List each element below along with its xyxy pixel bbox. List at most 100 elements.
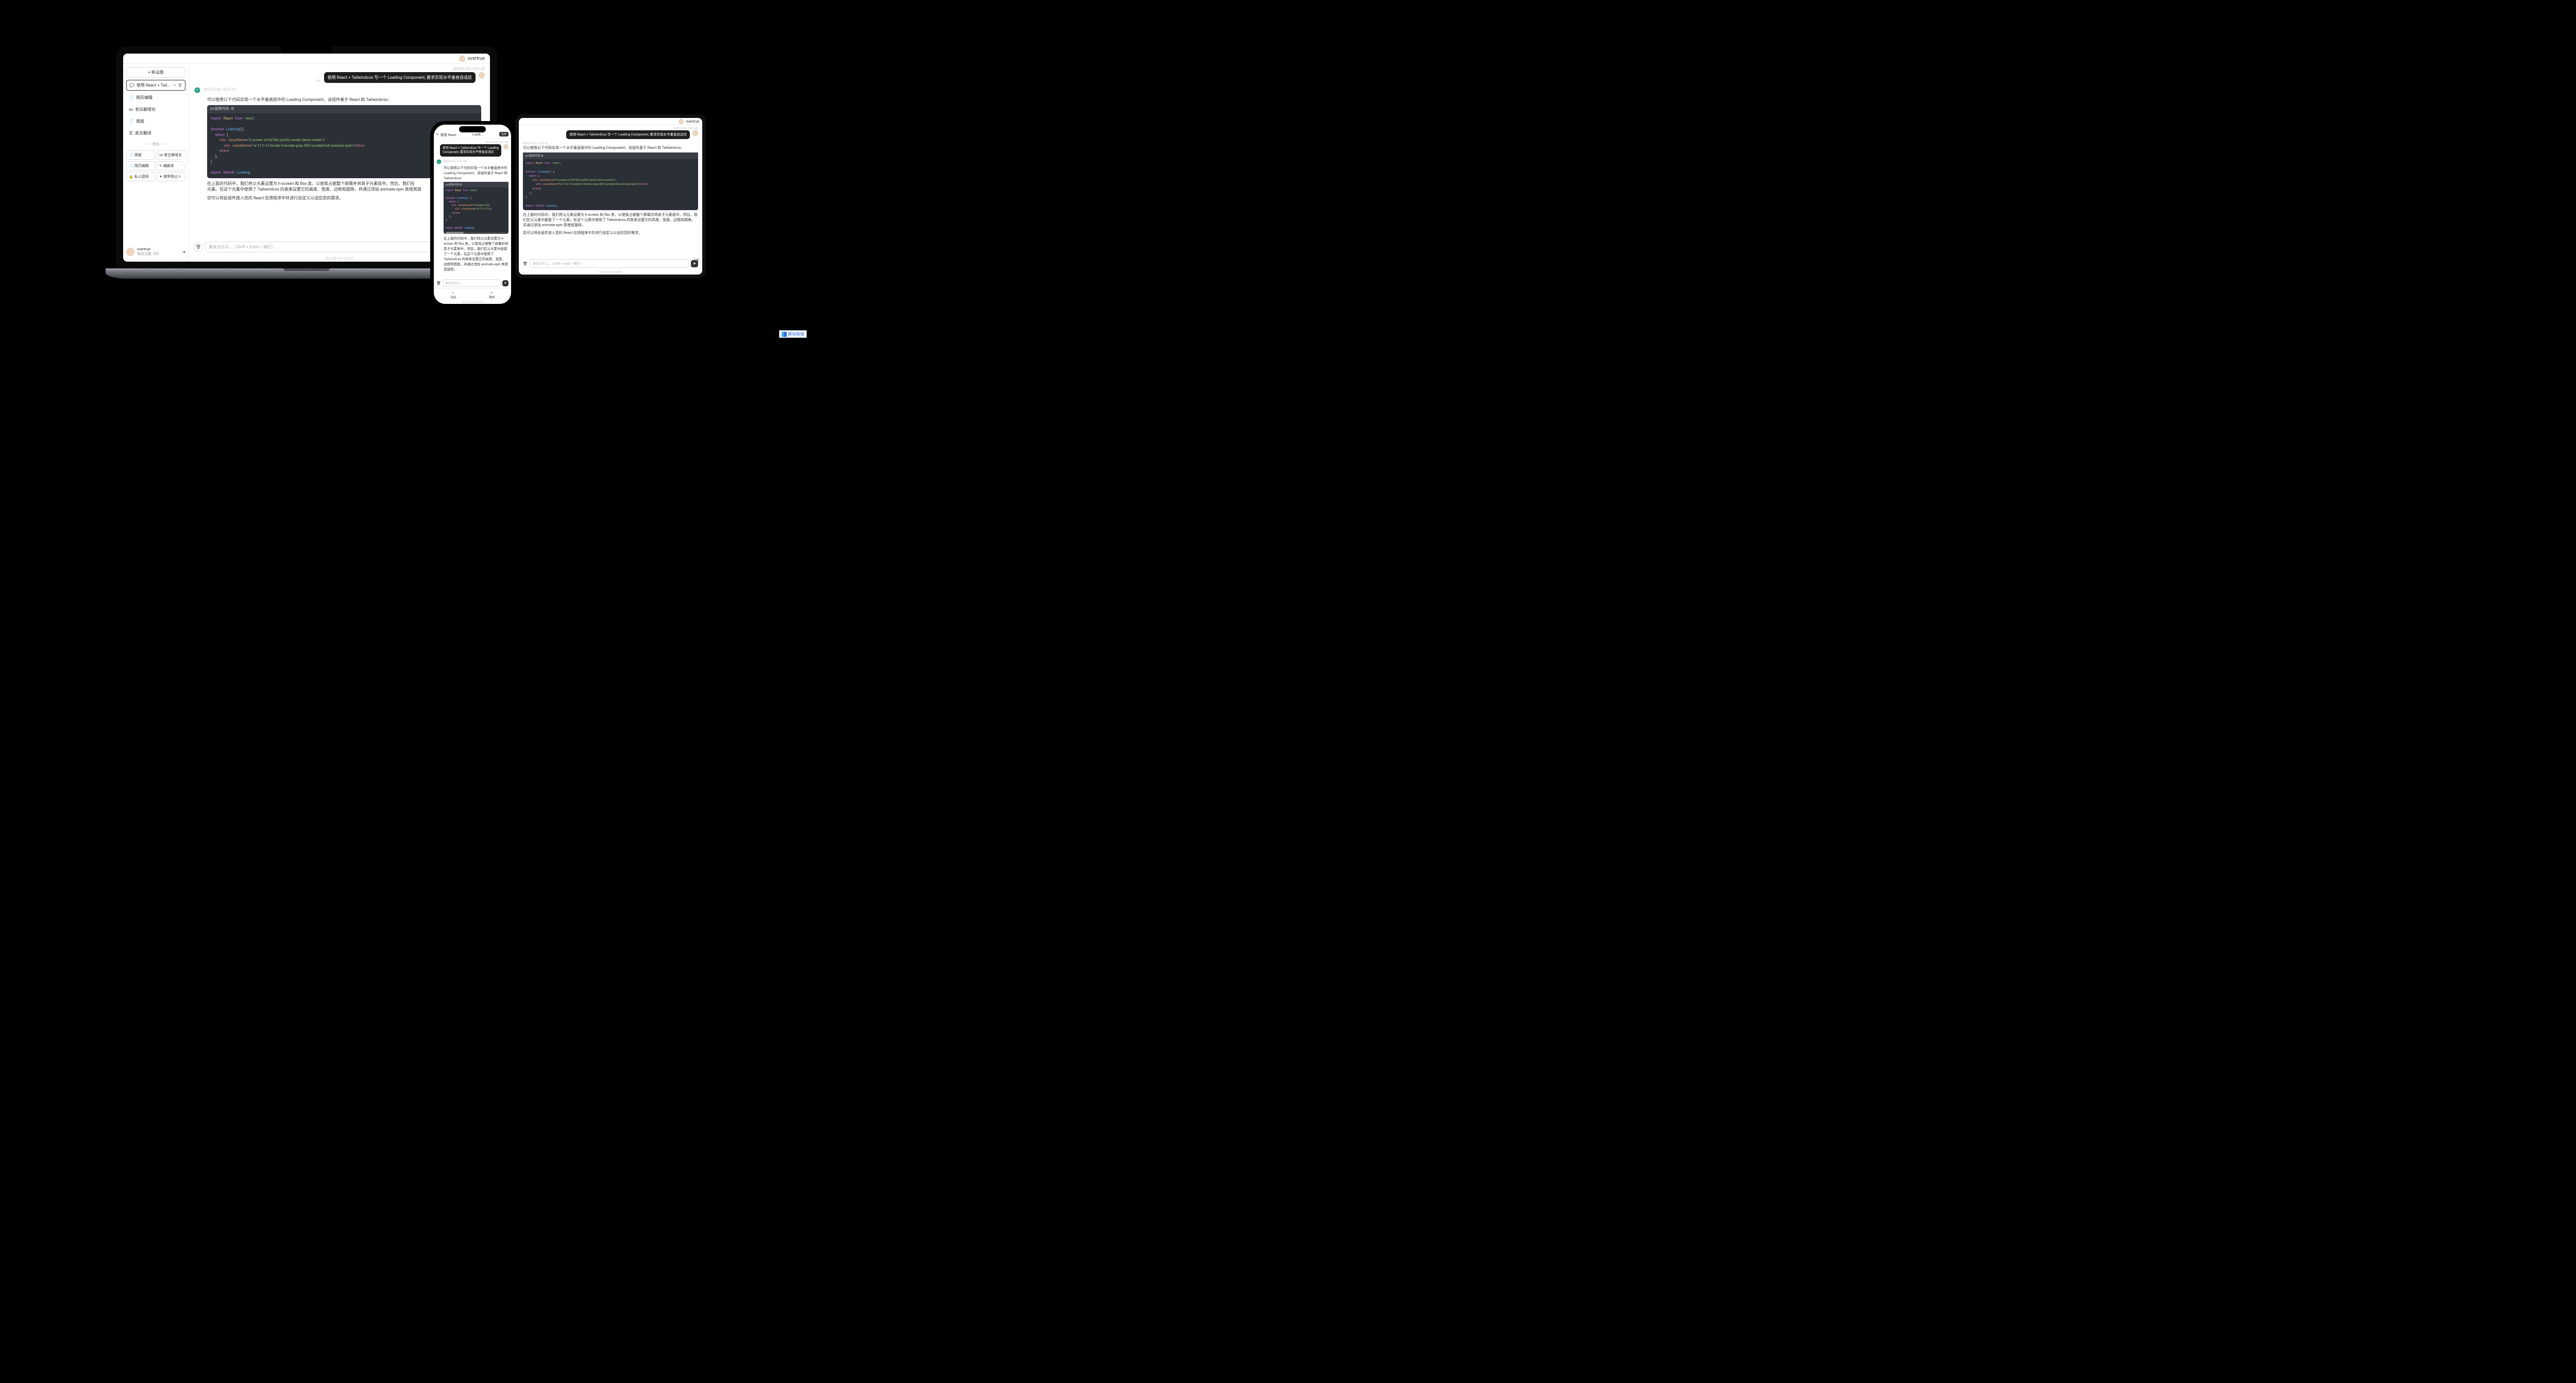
sidebar-item-laobai[interactable]: ∞ 老白聊增长 (126, 105, 185, 114)
sidebar-item-react-loading[interactable]: 💬 使用 React + Tailwi... ✎ 🗑 (126, 80, 185, 91)
tablet-chat-scroll: 2023/5/26 15:31:05 使用 React + Tailwindcs… (519, 125, 702, 257)
sidebar-item-label: 使用 React + Tailwi... (137, 82, 171, 88)
clear-chat-button[interactable]: 🗑 (194, 243, 202, 251)
doc-icon: 📄 (129, 153, 133, 157)
logout-icon[interactable]: ⇥ (182, 250, 185, 254)
role-weekly[interactable]: 📄周报 (126, 150, 155, 160)
msg-timestamp: 2023/5/26 15:31:53 (444, 160, 466, 163)
message-input[interactable]: 来说点什么...（Shift + Enter = 换行） (530, 259, 689, 268)
user-icon: ☺ (490, 291, 494, 295)
user-avatar (479, 72, 485, 78)
star-icon: ✦ (159, 175, 162, 179)
role-label: 周报 (134, 152, 142, 158)
chat-app-tablet: overtrue 2023/5/26 15:31:05 使用 React + T… (519, 118, 702, 275)
header-right-label: Loadi... (472, 132, 483, 136)
download-link[interactable]: 下载 (693, 258, 699, 262)
user-avatar (692, 130, 698, 136)
sidebar-item-label: 老白聊增长 (135, 107, 156, 112)
doc-icon: 📄 (129, 119, 134, 124)
ai-text: 在上面的代码中，我们将父元素设置为 h-screen 和 flex 类，以使其占… (444, 235, 509, 271)
code-content: import React from 'react'; function Load… (444, 187, 509, 232)
watermark: 建站商城 (779, 330, 807, 338)
clear-chat-button[interactable]: 🗑 (523, 262, 528, 266)
delete-icon[interactable]: 🗑 (178, 83, 182, 88)
copy-icon[interactable]: ⧉ (460, 183, 462, 186)
sidebar-user: overtrue 有效次数: 597 ⇥ (126, 245, 185, 259)
role-label: 塔罗牌占卜 (163, 174, 181, 179)
sidebar-user-avatar[interactable] (126, 248, 134, 256)
role-label: 编剧本 (163, 163, 174, 168)
doc-icon: 📄 (129, 164, 133, 168)
code-lang-label: jsx复制代码 (446, 183, 459, 186)
copy-icon[interactable]: ⧉ (541, 155, 543, 158)
header-left-label: 使用 React (440, 132, 456, 137)
role-resume[interactable]: 📄简历编辑 (126, 161, 155, 170)
sidebar-item-resume[interactable]: 📄 简历编辑 (126, 93, 185, 103)
ai-text: 可以使用以下代码实现一个水平垂直居中的 Loading Component，该组… (207, 97, 481, 103)
ai-avatar: AI (436, 159, 442, 164)
role-label: 老白聊增长 (164, 152, 182, 158)
clear-chat-button[interactable]: 🗑 (436, 281, 441, 285)
watermark-logo-icon (782, 332, 787, 337)
role-tarot[interactable]: ✦塔罗牌占卜 (157, 172, 185, 181)
sidebar-item-label: 英文翻译 (135, 130, 151, 136)
phone-chat-scroll: 2023/5/26 15:31:05 使用 React + Tailwindcs… (434, 139, 511, 278)
new-topic-button[interactable]: + 新话题 (126, 67, 185, 78)
app-header: overtrue (123, 54, 490, 64)
horizontal-scrollbar[interactable] (446, 232, 506, 234)
ai-text: 您可以将此组件放入您的 React 应用程序中并进行自定义以适应您的需求。 (523, 230, 698, 235)
user-avatar[interactable] (459, 56, 465, 62)
ai-avatar: AI (194, 87, 200, 93)
sidebar: + 新话题 💬 使用 React + Tailwi... ✎ 🗑 📄 简历编辑 (123, 64, 189, 262)
tab-chat[interactable]: ⌂对话 (434, 289, 472, 301)
task-badge[interactable]: 任务 (499, 132, 509, 136)
ai-message: 可以使用以下代码实现一个水平垂直居中的 Loading Component，该组… (523, 145, 698, 235)
collapse-sidebar-button[interactable]: ‹ (182, 151, 187, 164)
copy-icon[interactable]: ⧉ (231, 107, 234, 112)
code-lang-label: jsx复制代码 (526, 155, 540, 158)
ai-message: 可以使用以下代码实现一个水平垂直居中的 Loading Component，该组… (444, 165, 509, 271)
tab-label: 我的 (489, 295, 495, 299)
sidebar-user-quota: 有效次数: 597 (137, 251, 159, 257)
sidebar-item-weekly[interactable]: 📄 周报 (126, 116, 185, 126)
refresh-icon[interactable]: ⟳ (317, 79, 320, 83)
msg-timestamp: 2023/5/26 15:31:05 (194, 67, 485, 71)
doc-icon: 📄 (129, 95, 134, 100)
ai-text: 可以使用以下代码实现一个水平垂直居中的 Loading Component，该组… (444, 165, 509, 180)
user-message: 使用 React + Tailwindcss 写一个 Loading Compo… (566, 130, 690, 139)
sidebar-item-translate[interactable]: 文 英文翻译 (126, 128, 185, 138)
role-chef[interactable]: 🔒私人厨师 (126, 172, 155, 181)
tablet-device: overtrue 2023/5/26 15:31:05 使用 React + T… (515, 114, 706, 278)
chat-icon: 💬 (129, 83, 134, 88)
send-button[interactable]: ➤ (502, 280, 509, 286)
role-label: 私人厨师 (134, 174, 149, 179)
roles-grid: 📄周报 ∞老白聊增长 📄简历编辑 ✎编剧本 🔒私人厨师 ✦塔罗牌占卜 (126, 150, 185, 181)
edit-icon[interactable]: ✎ (173, 83, 176, 88)
user-avatar (503, 144, 509, 149)
sidebar-item-label: 简历编辑 (136, 95, 152, 100)
link-icon: ∞ (129, 107, 133, 112)
icp-footer: 粤ICP备14049850号 (519, 270, 702, 275)
code-block: jsx复制代码 ⧉ import React from 'react'; fun… (444, 182, 509, 234)
icp-footer: 粤ICP备14049850号 (434, 301, 511, 304)
lock-icon: 🔒 (129, 175, 133, 179)
role-screenwriter[interactable]: ✎编剧本 (157, 161, 185, 170)
ai-text: 在上面的代码中，我们将父元素设置为 h-screen 和 flex 类，以使其占… (523, 212, 698, 228)
msg-timestamp: 2023/5/26 15:31:53 (204, 88, 235, 92)
tab-me[interactable]: ☺我的 (472, 289, 511, 301)
link-icon: ∞ (159, 153, 163, 157)
phone-tabbar: ⌂对话 ☺我的 (434, 288, 511, 301)
laptop-notch (281, 46, 332, 54)
role-laobai[interactable]: ∞老白聊增长 (157, 150, 185, 160)
menu-icon[interactable]: ≡ (436, 132, 438, 136)
chat-app-phone: ≡ 使用 React Loadi... 任务 2023/5/26 15:31:0… (434, 125, 511, 304)
message-input[interactable]: 来说点什么... (443, 279, 501, 287)
phone-notch (459, 126, 486, 132)
pen-icon: ✎ (159, 164, 162, 168)
code-content: import React from 'react'; function Load… (523, 159, 698, 210)
username: overtrue (686, 119, 699, 124)
watermark-text: 建站商城 (788, 331, 804, 337)
user-avatar[interactable] (679, 119, 684, 124)
ai-text: 可以使用以下代码实现一个水平垂直居中的 Loading Component，该组… (523, 145, 698, 150)
roles-divider: —— 角色 —— (126, 142, 185, 147)
